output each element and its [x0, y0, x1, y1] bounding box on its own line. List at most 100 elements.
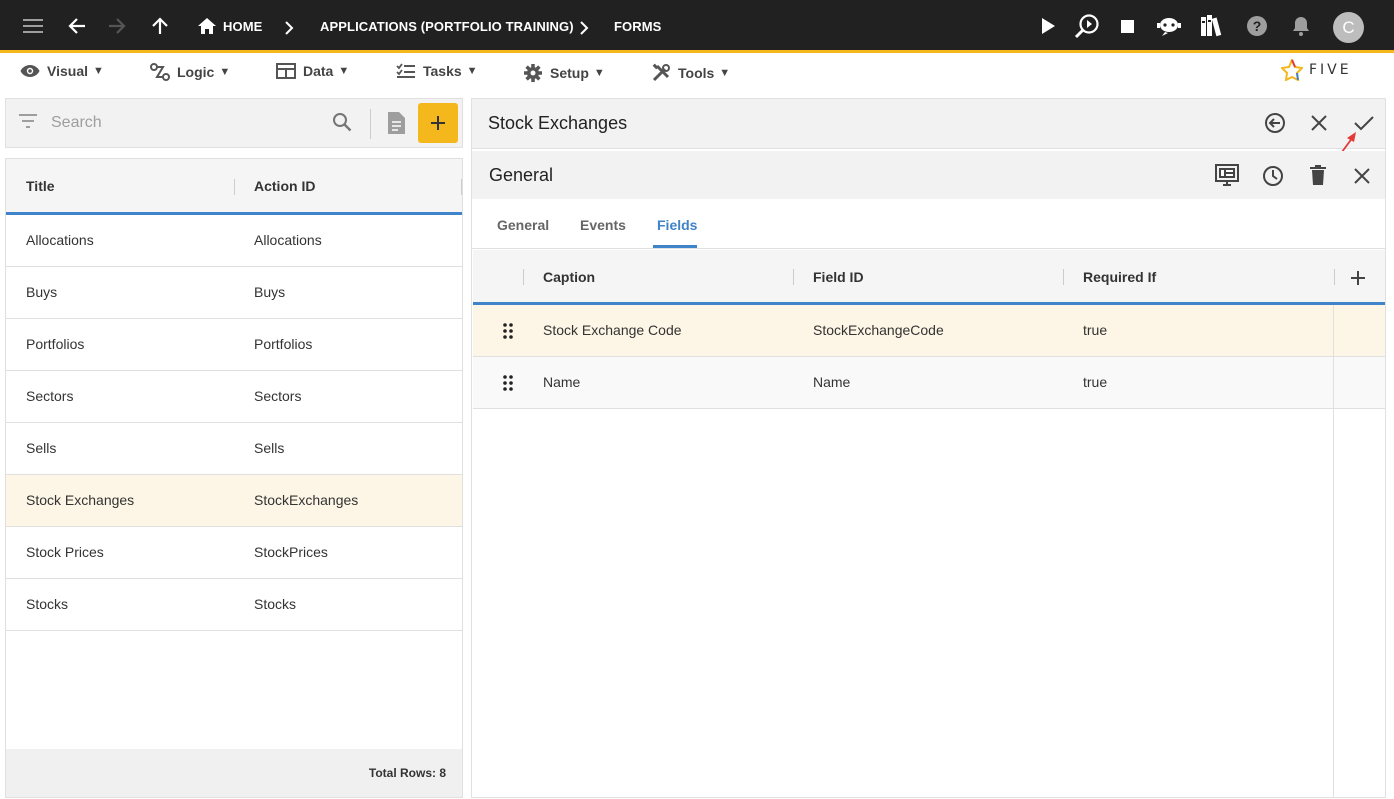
row-title: Stocks — [26, 596, 69, 612]
notifications-bell-icon[interactable] — [1285, 10, 1317, 42]
field-required-if: true — [1083, 322, 1108, 338]
menu-setup[interactable]: Setup ▼ — [523, 63, 605, 83]
chevron-right-icon — [285, 21, 294, 35]
toolbar-separator — [370, 109, 371, 139]
add-field-plus-icon[interactable] — [1350, 270, 1366, 286]
list-footer: Total Rows: 8 — [6, 749, 462, 797]
menu-logic[interactable]: Logic ▼ — [150, 63, 230, 81]
search-icon[interactable] — [332, 112, 352, 132]
column-header-action-id[interactable]: Action ID — [254, 178, 315, 194]
list-row[interactable]: Portfolios Portfolios — [6, 319, 462, 371]
menu-visual-label: Visual — [47, 63, 88, 79]
row-action-id: Sells — [254, 440, 285, 456]
close-icon[interactable] — [1311, 115, 1327, 131]
field-required-if: true — [1083, 374, 1108, 390]
play-icon[interactable] — [1032, 10, 1064, 42]
close-section-icon[interactable] — [1354, 168, 1370, 184]
column-divider — [523, 269, 524, 285]
save-check-icon[interactable] — [1354, 115, 1374, 131]
list-row[interactable]: Stock Prices StockPrices — [6, 527, 462, 579]
list-row[interactable]: Sells Sells — [6, 423, 462, 475]
back-arrow-icon[interactable] — [61, 10, 93, 42]
section-title: General — [489, 165, 554, 185]
field-id: Name — [813, 374, 851, 390]
total-rows: Total Rows: 8 — [368, 766, 446, 780]
list-row[interactable]: Stocks Stocks — [6, 579, 462, 631]
row-title: Allocations — [26, 232, 94, 248]
document-icon[interactable] — [386, 111, 406, 135]
plus-icon — [431, 116, 445, 130]
menu-data[interactable]: Data ▼ — [276, 63, 349, 79]
row-title: Sectors — [26, 388, 74, 404]
app-top-bar: HOME APPLICATIONS (PORTFOLIO TRAINING) F… — [0, 0, 1394, 53]
row-action-id: Portfolios — [254, 336, 313, 352]
five-logo: FIVE — [1281, 59, 1352, 81]
screen-designer-icon[interactable] — [1214, 163, 1240, 189]
user-avatar[interactable]: C — [1333, 12, 1364, 43]
menu-visual[interactable]: Visual ▼ — [20, 63, 104, 79]
row-title: Stock Prices — [26, 544, 104, 560]
active-tab-indicator — [653, 245, 697, 248]
up-arrow-icon[interactable] — [144, 10, 176, 42]
tab-events[interactable]: Events — [580, 217, 626, 233]
drag-handle-icon[interactable] — [503, 375, 513, 391]
column-header-title[interactable]: Title — [26, 178, 55, 194]
tools-icon — [652, 63, 670, 82]
detail-header: Stock Exchanges — [472, 99, 1385, 157]
menu-tasks-label: Tasks — [423, 63, 462, 79]
row-title: Sells — [26, 440, 57, 456]
search-input[interactable]: Search — [51, 114, 102, 132]
breadcrumb-applications[interactable]: APPLICATIONS (PORTFOLIO TRAINING) — [320, 19, 574, 34]
field-row[interactable]: Name Name true — [473, 357, 1385, 409]
row-title: Portfolios — [26, 336, 85, 352]
row-action-id: Allocations — [254, 232, 322, 248]
field-row-selected[interactable]: Stock Exchange Code StockExchangeCode tr… — [473, 305, 1385, 357]
library-books-icon[interactable] — [1196, 10, 1228, 42]
section-header: General — [472, 151, 1385, 199]
column-header-field-id[interactable]: Field ID — [813, 269, 864, 285]
row-action-id: Sectors — [254, 388, 302, 404]
list-row[interactable]: Sectors Sectors — [6, 371, 462, 423]
menu-tasks[interactable]: Tasks ▼ — [396, 63, 478, 79]
row-action-id: StockExchanges — [254, 492, 359, 508]
breadcrumb-home[interactable]: HOME — [223, 19, 262, 34]
history-back-icon[interactable] — [1264, 112, 1286, 134]
forms-list: Title Action ID Allocations Allocations B… — [5, 158, 463, 798]
column-header-caption[interactable]: Caption — [543, 269, 595, 285]
field-caption: Stock Exchange Code — [543, 322, 682, 338]
fields-grid-header: Caption Field ID Required If — [473, 250, 1385, 305]
eye-icon — [20, 65, 40, 77]
list-row[interactable]: Buys Buys — [6, 267, 462, 319]
logic-icon — [150, 63, 170, 81]
menu-tools[interactable]: Tools ▼ — [651, 63, 730, 83]
list-row-selected[interactable]: Stock Exchanges StockExchanges — [6, 475, 462, 527]
grid-action-column-divider — [1333, 305, 1334, 797]
detail-title: Stock Exchanges — [488, 113, 628, 133]
menu-data-label: Data — [303, 63, 334, 79]
row-title: Buys — [26, 284, 58, 300]
breadcrumb-forms[interactable]: FORMS — [614, 19, 661, 34]
gear-icon — [524, 64, 542, 82]
filter-icon[interactable] — [18, 113, 38, 129]
stop-icon[interactable] — [1111, 10, 1143, 42]
five-logo-mark-icon — [1281, 59, 1303, 81]
home-icon[interactable] — [191, 10, 223, 42]
help-icon[interactable]: ? — [1241, 10, 1273, 42]
column-header-required-if[interactable]: Required If — [1083, 269, 1156, 285]
field-caption: Name — [543, 374, 581, 390]
chat-bot-icon[interactable] — [1153, 10, 1185, 42]
tasks-icon — [396, 63, 415, 78]
field-id: StockExchangeCode — [813, 322, 944, 338]
drag-handle-icon[interactable] — [503, 323, 513, 339]
list-row[interactable]: Allocations Allocations — [6, 215, 462, 267]
history-clock-icon[interactable] — [1262, 165, 1284, 187]
delete-trash-icon[interactable] — [1310, 165, 1326, 185]
debug-search-icon[interactable] — [1071, 10, 1103, 42]
tab-bar: General Events Fields — [472, 199, 1385, 249]
tab-fields[interactable]: Fields — [657, 217, 697, 233]
menu-icon[interactable] — [17, 10, 49, 42]
tab-general[interactable]: General — [497, 217, 549, 233]
forward-arrow-icon[interactable] — [101, 10, 133, 42]
menu-tools-label: Tools — [678, 65, 715, 81]
add-button[interactable] — [418, 103, 458, 143]
